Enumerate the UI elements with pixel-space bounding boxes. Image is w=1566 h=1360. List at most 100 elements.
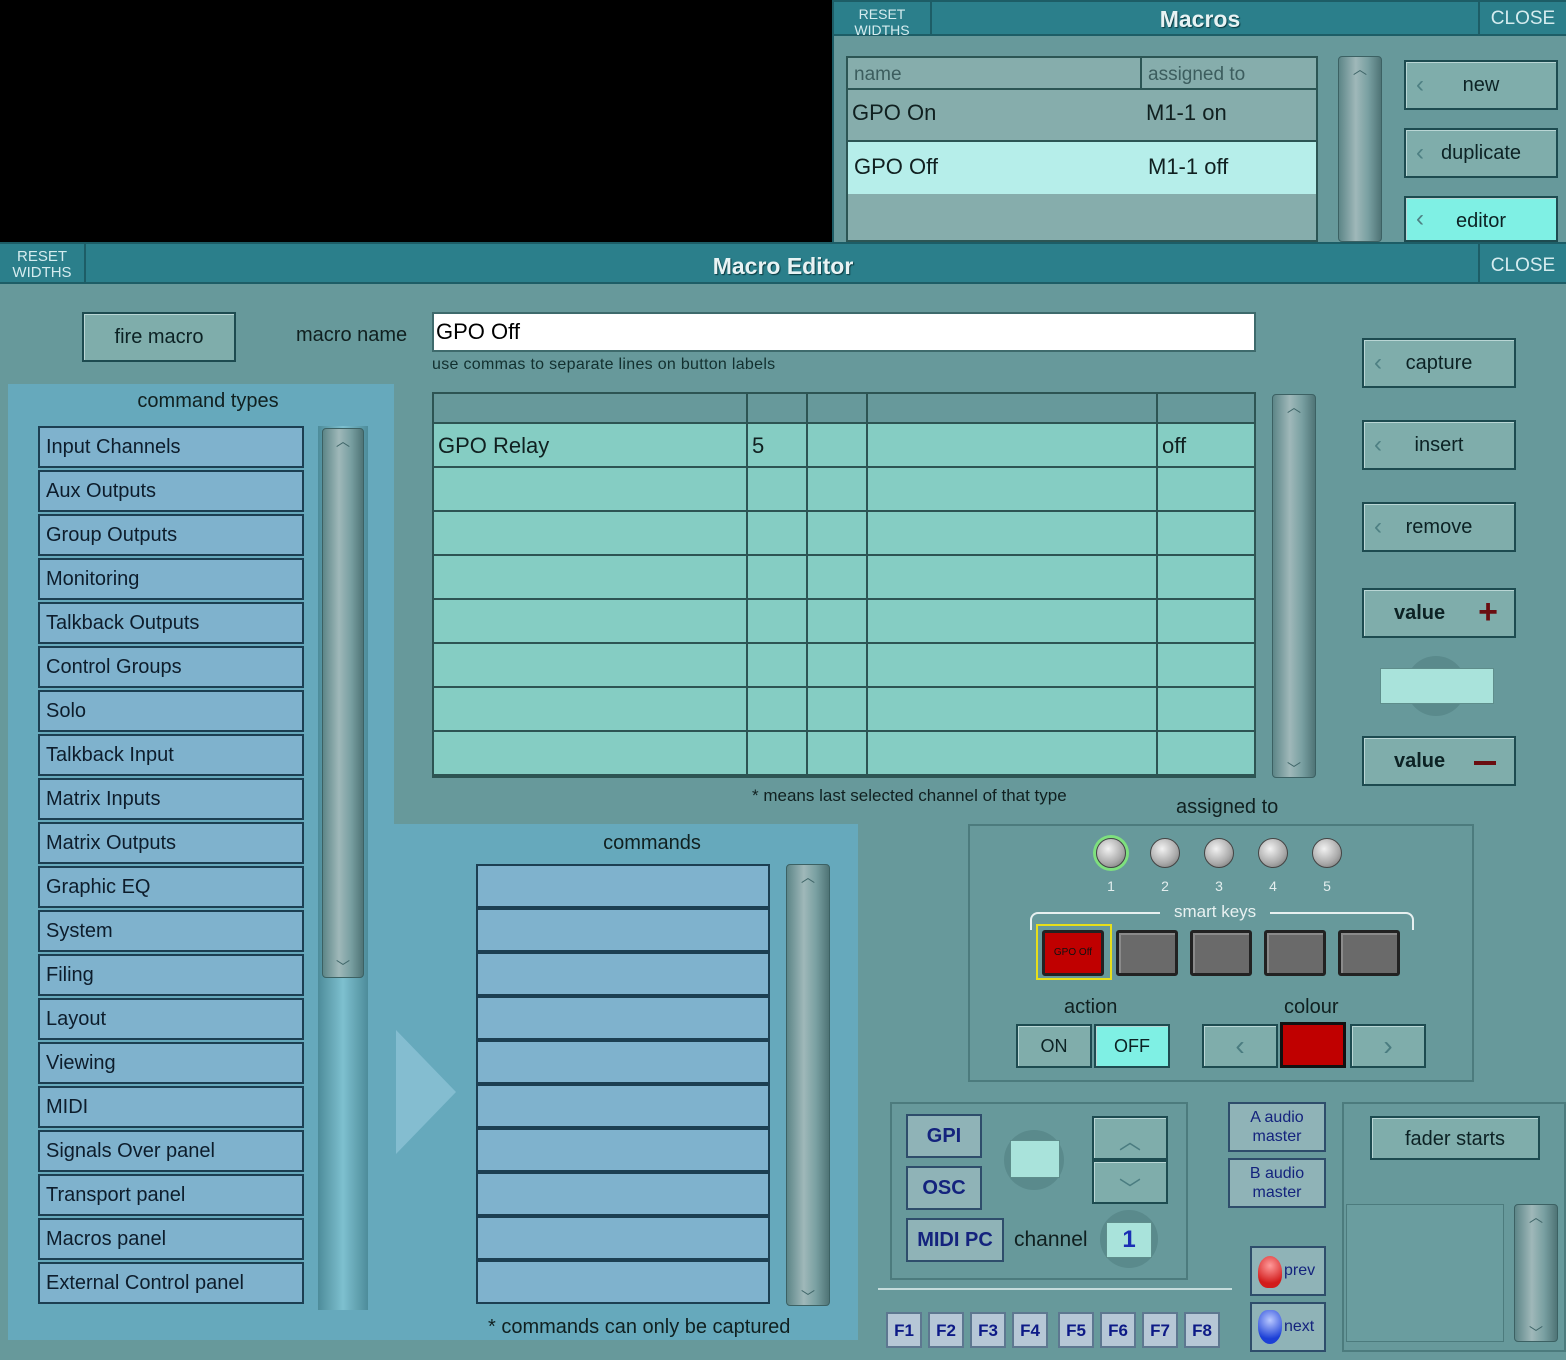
colour-prev-button[interactable]: ‹ bbox=[1202, 1024, 1278, 1068]
fader-starts-scrollbar[interactable]: ︿ ﹀ bbox=[1514, 1204, 1558, 1342]
assign-knob-2[interactable] bbox=[1150, 838, 1180, 868]
command-type-item[interactable]: External Control panel bbox=[38, 1262, 304, 1304]
command-type-item[interactable]: Control Groups bbox=[38, 646, 304, 688]
command-type-item[interactable]: Viewing bbox=[38, 1042, 304, 1084]
command-slot[interactable] bbox=[476, 1216, 770, 1260]
fkey-f1[interactable]: F1 bbox=[886, 1312, 922, 1348]
capture-button[interactable]: ‹ capture bbox=[1362, 338, 1516, 388]
command-type-item[interactable]: Matrix Outputs bbox=[38, 822, 304, 864]
smart-key-5[interactable] bbox=[1338, 930, 1400, 976]
grid-row[interactable] bbox=[434, 468, 1254, 512]
command-slot[interactable] bbox=[476, 952, 770, 996]
action-off-button[interactable]: OFF bbox=[1094, 1024, 1170, 1068]
grid-row[interactable] bbox=[434, 556, 1254, 600]
command-type-item[interactable]: Macros panel bbox=[38, 1218, 304, 1260]
chevron-down-icon[interactable]: ﹀ bbox=[323, 957, 363, 975]
chevron-up-icon[interactable]: ︿ bbox=[1515, 1207, 1557, 1225]
fkey-f2[interactable]: F2 bbox=[928, 1312, 964, 1348]
macro-name-input[interactable] bbox=[432, 312, 1256, 352]
command-type-item[interactable]: Filing bbox=[38, 954, 304, 996]
prev-button[interactable]: prev bbox=[1250, 1246, 1326, 1296]
command-type-item[interactable]: System bbox=[38, 910, 304, 952]
smart-key-4[interactable] bbox=[1264, 930, 1326, 976]
fkey-f8[interactable]: F8 bbox=[1184, 1312, 1220, 1348]
assign-knob-4[interactable] bbox=[1258, 838, 1288, 868]
fkey-f6[interactable]: F6 bbox=[1100, 1312, 1136, 1348]
chevron-up-icon[interactable]: ︿ bbox=[1273, 397, 1315, 415]
command-type-item[interactable]: MIDI bbox=[38, 1086, 304, 1128]
macros-scrollbar[interactable]: ︿ bbox=[1338, 56, 1382, 242]
command-type-item[interactable]: Solo bbox=[38, 690, 304, 732]
colour-next-button[interactable]: › bbox=[1350, 1024, 1426, 1068]
insert-button[interactable]: ‹ insert bbox=[1362, 420, 1516, 470]
duplicate-macro-button[interactable]: ‹ duplicate bbox=[1404, 128, 1558, 178]
smart-key-1[interactable]: GPO Off bbox=[1042, 930, 1104, 976]
fkey-f3[interactable]: F3 bbox=[970, 1312, 1006, 1348]
command-slot[interactable] bbox=[476, 1260, 770, 1304]
fader-starts-button[interactable]: fader starts bbox=[1370, 1116, 1540, 1160]
command-type-item[interactable]: Group Outputs bbox=[38, 514, 304, 556]
fkey-f5[interactable]: F5 bbox=[1058, 1312, 1094, 1348]
editor-close-button[interactable]: CLOSE bbox=[1478, 244, 1566, 282]
chevron-down-icon[interactable]: ﹀ bbox=[1515, 1323, 1557, 1341]
editor-button[interactable]: ‹ editor bbox=[1404, 196, 1558, 242]
macros-close-button[interactable]: CLOSE bbox=[1478, 2, 1566, 34]
channel-value[interactable]: 1 bbox=[1106, 1222, 1152, 1258]
smart-key-2[interactable] bbox=[1116, 930, 1178, 976]
command-slot[interactable] bbox=[476, 1172, 770, 1216]
next-button[interactable]: next bbox=[1250, 1302, 1326, 1352]
grid-row[interactable] bbox=[434, 688, 1254, 732]
command-type-item[interactable]: Aux Outputs bbox=[38, 470, 304, 512]
a-audio-master-button[interactable]: A audio master bbox=[1228, 1102, 1326, 1152]
chevron-down-icon[interactable]: ﹀ bbox=[1273, 759, 1315, 777]
chevron-down-icon[interactable]: ﹀ bbox=[787, 1287, 829, 1305]
assign-knob-1[interactable] bbox=[1096, 838, 1126, 868]
command-type-item[interactable]: Graphic EQ bbox=[38, 866, 304, 908]
osc-button[interactable]: OSC bbox=[906, 1166, 982, 1210]
command-type-item[interactable]: Layout bbox=[38, 998, 304, 1040]
value-plus-button[interactable]: value + bbox=[1362, 588, 1516, 638]
fire-macro-button[interactable]: fire macro bbox=[82, 312, 236, 362]
chevron-up-icon[interactable]: ︿ bbox=[1339, 59, 1381, 77]
command-slot[interactable] bbox=[476, 1128, 770, 1172]
command-type-item[interactable]: Signals Over panel bbox=[38, 1130, 304, 1172]
assign-knob-5[interactable] bbox=[1312, 838, 1342, 868]
grid-scrollbar[interactable]: ︿ ﹀ bbox=[1272, 394, 1316, 778]
command-slot[interactable] bbox=[476, 908, 770, 952]
macros-row[interactable]: GPO On M1-1 on bbox=[848, 90, 1316, 142]
remove-button[interactable]: ‹ remove bbox=[1362, 502, 1516, 552]
grid-row[interactable] bbox=[434, 600, 1254, 644]
command-slot[interactable] bbox=[476, 1040, 770, 1084]
command-type-item[interactable]: Monitoring bbox=[38, 558, 304, 600]
command-type-item[interactable]: Talkback Outputs bbox=[38, 602, 304, 644]
chevron-up-icon[interactable]: ︿ bbox=[323, 431, 363, 449]
grid-row[interactable] bbox=[434, 512, 1254, 556]
command-type-item[interactable]: Matrix Inputs bbox=[38, 778, 304, 820]
command-type-item[interactable]: Transport panel bbox=[38, 1174, 304, 1216]
gpi-button[interactable]: GPI bbox=[906, 1114, 982, 1158]
b-audio-master-button[interactable]: B audio master bbox=[1228, 1158, 1326, 1208]
down-button[interactable]: ﹀ bbox=[1092, 1160, 1168, 1204]
colour-swatch[interactable] bbox=[1280, 1022, 1346, 1068]
command-types-scrollbar[interactable]: ︿ ﹀ bbox=[322, 428, 364, 978]
chevron-up-icon[interactable]: ︿ bbox=[787, 867, 829, 885]
fkey-f7[interactable]: F7 bbox=[1142, 1312, 1178, 1348]
command-slot[interactable] bbox=[476, 996, 770, 1040]
command-type-item[interactable]: Input Channels bbox=[38, 426, 304, 468]
grid-row[interactable]: GPO Relay 5 off bbox=[434, 424, 1254, 468]
assign-knob-3[interactable] bbox=[1204, 838, 1234, 868]
action-on-button[interactable]: ON bbox=[1016, 1024, 1092, 1068]
command-type-item[interactable]: Talkback Input bbox=[38, 734, 304, 776]
command-slot[interactable] bbox=[476, 1084, 770, 1128]
new-macro-button[interactable]: ‹ new bbox=[1404, 60, 1558, 110]
grid-row[interactable] bbox=[434, 732, 1254, 776]
midi-pc-button[interactable]: MIDI PC bbox=[906, 1218, 1004, 1262]
commands-scrollbar[interactable]: ︿ ﹀ bbox=[786, 864, 830, 1306]
up-button[interactable]: ︿ bbox=[1092, 1116, 1168, 1160]
smart-key-3[interactable] bbox=[1190, 930, 1252, 976]
fkey-f4[interactable]: F4 bbox=[1012, 1312, 1048, 1348]
macros-col-name-header[interactable]: name bbox=[848, 58, 1142, 90]
command-slot[interactable] bbox=[476, 864, 770, 908]
value-minus-button[interactable]: value bbox=[1362, 736, 1516, 786]
macros-col-assigned-header[interactable]: assigned to bbox=[1142, 58, 1316, 90]
